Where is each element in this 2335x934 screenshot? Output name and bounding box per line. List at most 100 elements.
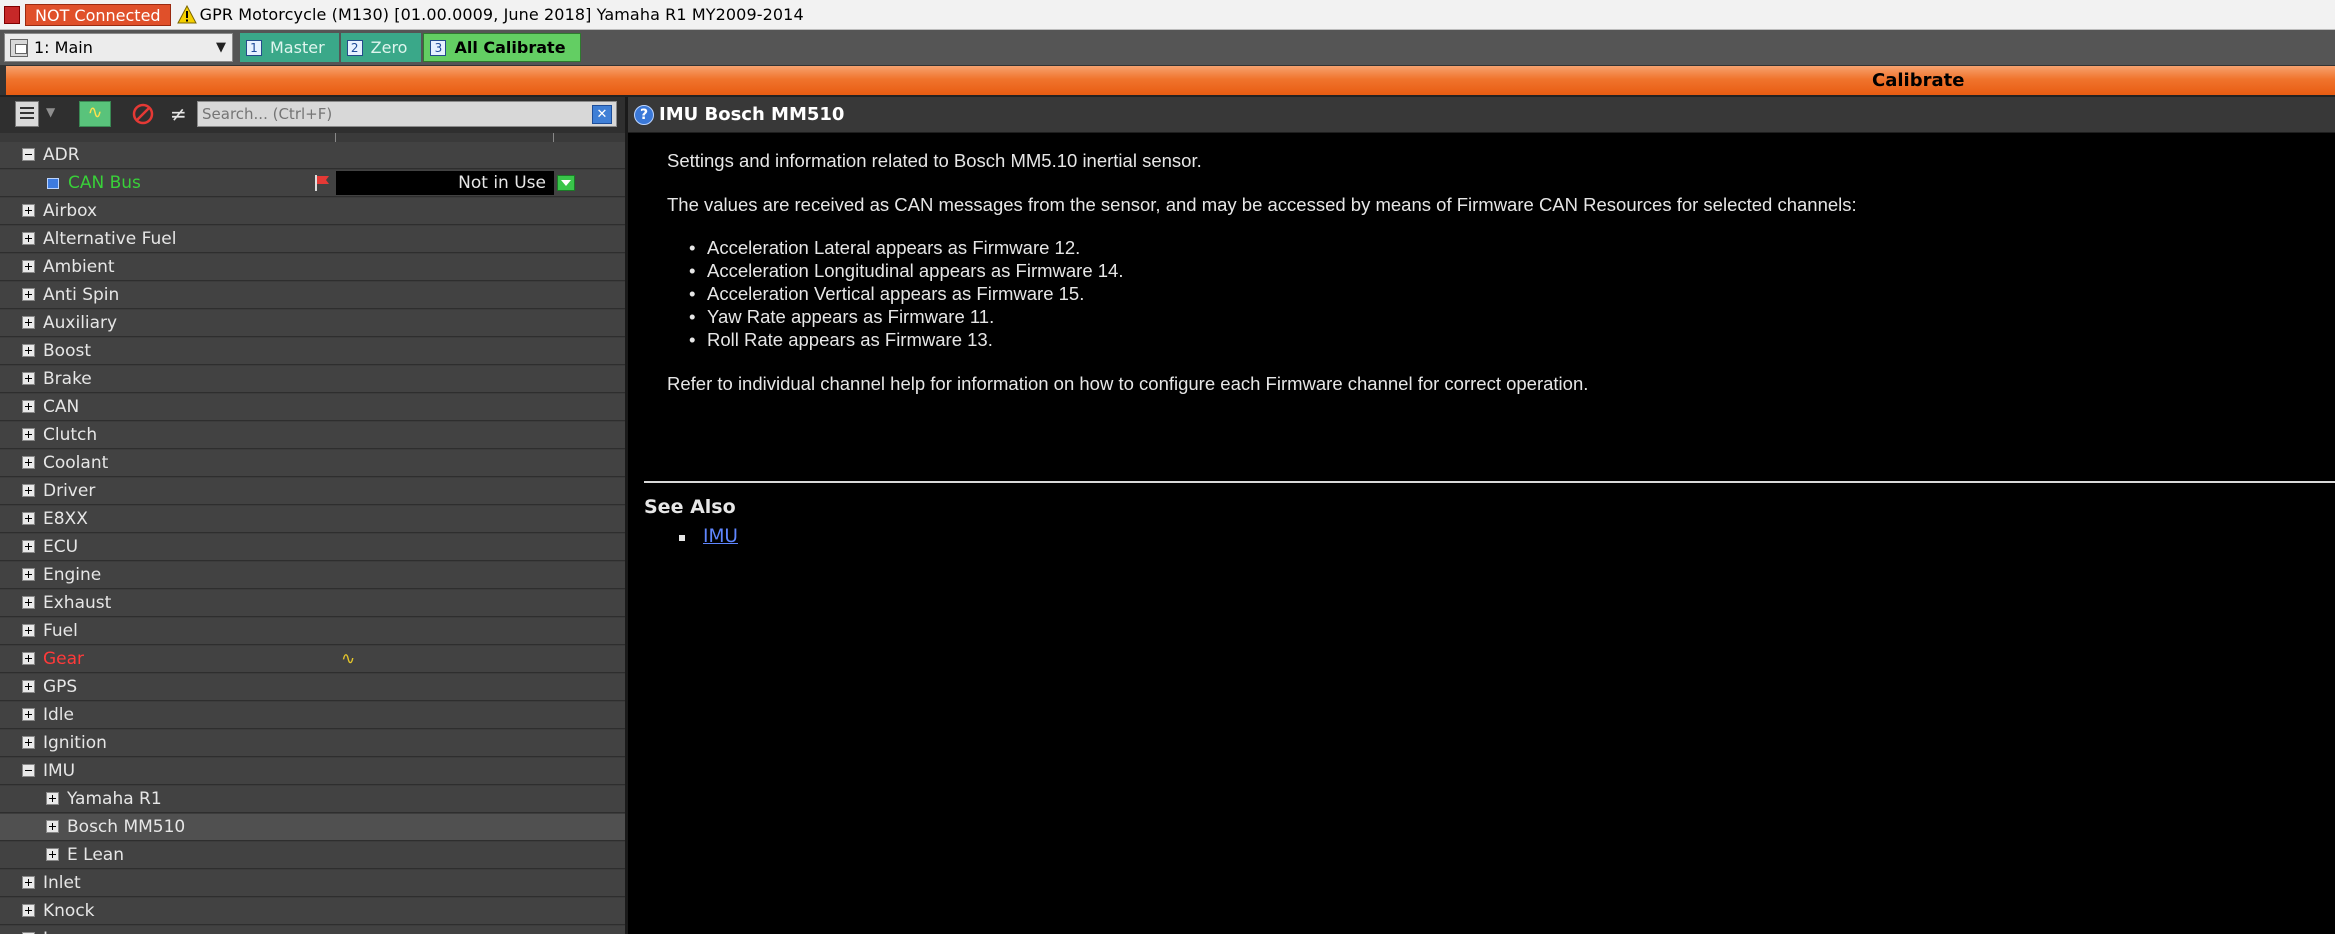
tree-row-label: Auxiliary <box>43 313 118 333</box>
expand-icon[interactable] <box>22 512 35 525</box>
tree-row-label: Inlet <box>43 873 81 893</box>
expand-icon[interactable] <box>22 708 35 721</box>
tree-row-gps[interactable]: GPS <box>0 674 625 701</box>
tree-row-label: CAN <box>43 397 80 417</box>
help-icon: ? <box>634 104 654 125</box>
expand-icon[interactable] <box>22 540 35 553</box>
expand-icon[interactable] <box>46 848 59 861</box>
tree-row-imu-e-lean[interactable]: E Lean <box>0 842 625 869</box>
column-divider[interactable] <box>553 133 554 142</box>
expand-icon[interactable] <box>22 456 35 469</box>
tree-row-driver[interactable]: Driver <box>0 478 625 505</box>
tree-row-label: GPS <box>43 677 78 697</box>
tree-row-adr[interactable]: ADR <box>0 142 625 169</box>
expand-icon[interactable] <box>22 372 35 385</box>
tree-row-label: Bosch MM510 <box>67 817 186 837</box>
tab-number-badge: 2 <box>346 39 363 56</box>
connection-status-badge[interactable]: NOT Connected <box>25 3 171 26</box>
can-bus-value[interactable]: Not in Use <box>336 171 554 195</box>
tree-toolbar: ▼ ∿ ≠ ✕ <box>0 97 625 134</box>
tree-row-can[interactable]: CAN <box>0 394 625 421</box>
tree-row-brake[interactable]: Brake <box>0 366 625 393</box>
tab-all-calibrate[interactable]: 3 All Calibrate <box>423 33 581 62</box>
tree-row-label: Fuel <box>43 621 78 641</box>
tree-row-knock[interactable]: Knock <box>0 898 625 925</box>
tree-row-e8xx[interactable]: E8XX <box>0 506 625 533</box>
tab-zero[interactable]: 2 Zero <box>340 33 422 62</box>
tree-row-ambient[interactable]: Ambient <box>0 254 625 281</box>
expand-icon[interactable] <box>22 316 35 329</box>
tree-row-anti-spin[interactable]: Anti Spin <box>0 282 625 309</box>
expand-icon[interactable] <box>22 428 35 441</box>
column-divider[interactable] <box>335 133 336 142</box>
close-icon[interactable]: ✕ <box>592 105 612 124</box>
warning-icon <box>176 4 197 25</box>
tree-row-ecu[interactable]: ECU <box>0 534 625 561</box>
collapse-icon[interactable] <box>22 148 35 161</box>
expand-icon[interactable] <box>22 680 35 693</box>
expand-icon[interactable] <box>22 652 35 665</box>
collapse-icon[interactable] <box>22 764 35 777</box>
tree-row-airbox[interactable]: Airbox <box>0 198 625 225</box>
tree-row-alternative-fuel[interactable]: Alternative Fuel <box>0 226 625 253</box>
list-view-button[interactable] <box>15 101 39 127</box>
expand-icon[interactable] <box>22 876 35 889</box>
tree-row-coolant[interactable]: Coolant <box>0 450 625 477</box>
tree-row-clutch[interactable]: Clutch <box>0 422 625 449</box>
tree-row-can-bus[interactable]: CAN Bus Not in Use <box>0 170 625 197</box>
tab-master[interactable]: 1 Master <box>240 33 339 62</box>
tree-row-exhaust[interactable]: Exhaust <box>0 590 625 617</box>
expand-icon[interactable] <box>22 484 35 497</box>
app-icon <box>4 5 20 24</box>
tree-row-idle[interactable]: Idle <box>0 702 625 729</box>
chevron-down-icon[interactable]: ▼ <box>210 40 232 55</box>
wave-filter-button[interactable]: ∿ <box>79 101 111 127</box>
tree-row-label: Ambient <box>43 257 115 277</box>
tree-row-label: Boost <box>43 341 91 361</box>
expand-icon[interactable] <box>22 260 35 273</box>
see-also-link-imu[interactable]: IMU <box>703 526 738 547</box>
expand-icon[interactable] <box>22 232 35 245</box>
tree-row-ignition[interactable]: Ignition <box>0 730 625 757</box>
tree-row-fuel[interactable]: Fuel <box>0 618 625 645</box>
tree-row-imu-bosch-mm510[interactable]: Bosch MM510 <box>0 814 625 841</box>
expand-icon[interactable] <box>22 288 35 301</box>
tree-row-label: Alternative Fuel <box>43 229 177 249</box>
expand-icon[interactable] <box>22 400 35 413</box>
block-filter-button[interactable] <box>131 101 155 127</box>
window-titlebar: NOT Connected GPR Motorcycle (M130) [01.… <box>0 0 2335 30</box>
tree-row-engine[interactable]: Engine <box>0 562 625 589</box>
tree-row-label: Engine <box>43 565 102 585</box>
expand-icon[interactable] <box>22 624 35 637</box>
expand-icon[interactable] <box>22 344 35 357</box>
expand-icon[interactable] <box>22 204 35 217</box>
expand-icon[interactable] <box>46 820 59 833</box>
workbook-selector[interactable]: 1: Main ▼ <box>4 33 233 62</box>
search-input[interactable] <box>197 101 617 127</box>
not-equal-filter-icon[interactable]: ≠ <box>170 101 187 127</box>
channel-tree: ADR CAN Bus Not in Use Airbox Alternative… <box>0 142 625 934</box>
tree-row-auxiliary[interactable]: Auxiliary <box>0 310 625 337</box>
tree-row-lap[interactable]: Lap <box>0 926 625 934</box>
expand-icon[interactable] <box>22 904 35 917</box>
help-panel: ? IMU Bosch MM510 Settings and informati… <box>628 97 2335 934</box>
tree-row-boost[interactable]: Boost <box>0 338 625 365</box>
tree-row-imu-yamaha-r1[interactable]: Yamaha R1 <box>0 786 625 813</box>
help-paragraph: The values are received as CAN messages … <box>667 194 1857 215</box>
tree-row-gear[interactable]: Gear ∿ <box>0 646 625 673</box>
help-panel-header: ? IMU Bosch MM510 <box>628 97 2335 133</box>
tree-row-label: Clutch <box>43 425 98 445</box>
help-paragraph: Refer to individual channel help for inf… <box>667 373 1589 394</box>
tree-row-imu[interactable]: IMU <box>0 758 625 785</box>
expand-icon[interactable] <box>46 792 59 805</box>
expand-icon[interactable] <box>22 736 35 749</box>
expand-icon[interactable] <box>22 568 35 581</box>
window-title: GPR Motorcycle (M130) [01.00.0009, June … <box>199 5 804 24</box>
channel-tree-panel: ▼ ∿ ≠ ✕ ADR CAN Bus Not in Use Airbox Alt… <box>0 97 628 934</box>
list-bullet <box>679 535 685 541</box>
chevron-down-icon[interactable]: ▼ <box>46 105 55 119</box>
expand-icon[interactable] <box>22 596 35 609</box>
tree-row-inlet[interactable]: Inlet <box>0 870 625 897</box>
tree-row-label: E8XX <box>43 509 88 529</box>
dropdown-arrow-icon[interactable] <box>557 175 575 191</box>
